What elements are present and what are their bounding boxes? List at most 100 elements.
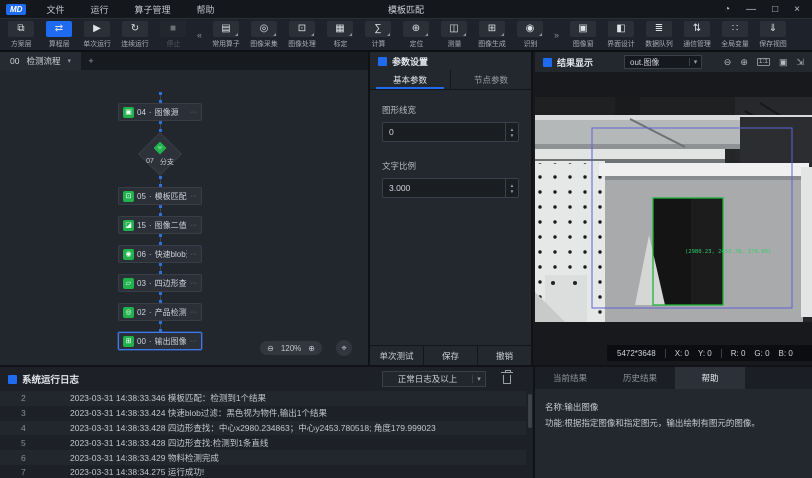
- flow-node[interactable]: ◎ 02·产品检测 ···: [118, 303, 202, 321]
- toolbar-run-button[interactable]: ⧉ 方案层: [2, 19, 40, 50]
- toolbar-operator-button[interactable]: ⊡ 图像处理: [283, 19, 321, 50]
- log-row-list: 2 2023-03-31 14:38:33.346 模板匹配：检测到1个结果 3…: [0, 391, 526, 478]
- toolbar-operator-button[interactable]: ∑ 计算: [359, 19, 397, 50]
- parameter-tab[interactable]: 节点参数: [450, 70, 531, 89]
- parameter-tab[interactable]: 基本参数: [370, 70, 450, 89]
- node-more-button[interactable]: ···: [190, 251, 197, 258]
- flow-node[interactable]: ▣ 04·图像源 ···: [118, 103, 202, 121]
- toolbar-run-button[interactable]: ■ 停止: [154, 19, 192, 50]
- zoom-in-icon[interactable]: ⊕: [308, 344, 315, 353]
- parameter-panel: 参数设置 基本参数节点参数 图形线宽 ▲ ▼ 文字比例: [370, 52, 533, 365]
- menu-item[interactable]: 文件: [46, 3, 64, 16]
- flow-node[interactable]: ⑂ 07分支: [132, 132, 188, 176]
- spinner-up-icon[interactable]: ▲: [510, 183, 514, 188]
- flow-node[interactable]: ▱ 03·四边形查找 ···: [118, 274, 202, 292]
- toolbar-view-button[interactable]: ◧ 界面设计: [602, 19, 640, 50]
- node-icon: ▱: [123, 278, 134, 289]
- menu-item[interactable]: 运行: [90, 3, 108, 16]
- node-more-button[interactable]: ···: [190, 338, 197, 345]
- zoom-out-icon[interactable]: ⊖: [724, 58, 732, 67]
- flow-canvas[interactable]: ▣ 04·图像源 ··· ⑂: [0, 70, 368, 365]
- flow-node[interactable]: ◉ 06·快速blob过滤 ···: [118, 245, 202, 263]
- node-more-button[interactable]: ···: [190, 109, 197, 116]
- toolbar-view-button[interactable]: ∷ 全局变量: [716, 19, 754, 50]
- collapse-left-button[interactable]: «: [192, 19, 207, 50]
- node-more-button[interactable]: ···: [190, 280, 197, 287]
- result-tab[interactable]: 历史结果: [605, 367, 675, 389]
- log-panel-header: 系统运行日志 正常日志及以上 ▾: [0, 367, 533, 391]
- clear-log-button[interactable]: [503, 375, 511, 384]
- toolbar-operator-button[interactable]: ◎ 图像采集: [245, 19, 283, 50]
- zoom-in-icon[interactable]: ⊕: [740, 58, 748, 67]
- node-more-button[interactable]: ···: [190, 309, 197, 316]
- toolbar-run-button[interactable]: ▶ 单次运行: [78, 19, 116, 50]
- close-button[interactable]: ×: [794, 4, 800, 15]
- help-function-line: 功能:根据指定图像和指定图元，输出绘制有图元的图像。: [545, 415, 802, 431]
- flow-node[interactable]: ⊞ 00·输出图像 ···: [118, 332, 202, 350]
- text-scale-stepper[interactable]: ▲ ▼: [505, 179, 518, 197]
- toolbar-operator-button[interactable]: ▤ 常用算子: [207, 19, 245, 50]
- spinner-down-icon[interactable]: ▼: [510, 189, 514, 194]
- image-source-select[interactable]: out.图像 ▾: [624, 55, 702, 69]
- spinner-down-icon[interactable]: ▼: [510, 133, 514, 138]
- single-test-button[interactable]: 单次测试: [370, 346, 423, 365]
- panel-icon: [8, 375, 17, 384]
- menu-item[interactable]: 帮助: [197, 3, 215, 16]
- panel-icon: [378, 57, 387, 66]
- toolbar-view-button[interactable]: ≣ 数据队列: [640, 19, 678, 50]
- line-width-label: 图形线宽: [382, 104, 519, 116]
- flow-tab[interactable]: 00 检测流程 ▾: [0, 52, 81, 70]
- toolbar-operator-button[interactable]: ⊞ 图像生成: [473, 19, 511, 50]
- fit-image-button[interactable]: ▣: [779, 58, 788, 67]
- toolbar-view-button[interactable]: ⇓ 保存视图: [754, 19, 792, 50]
- log-row[interactable]: 7 2023-03-31 14:38:34.275 运行成功!: [0, 465, 526, 478]
- node-more-button[interactable]: ···: [190, 193, 197, 200]
- result-tab[interactable]: 帮助: [675, 367, 745, 389]
- toolbar-run-button[interactable]: ⇄ 算程层: [40, 19, 78, 50]
- zoom-out-icon[interactable]: ⊖: [267, 344, 274, 353]
- text-scale-input[interactable]: [383, 183, 505, 193]
- log-row[interactable]: 4 2023-03-31 14:38:33.428 四边形查找：中心x2980.…: [0, 421, 526, 436]
- minimize-button[interactable]: —: [746, 4, 756, 15]
- result-panel: 结果显示 out.图像 ▾ ⊖ ⊕ 1:1 ▣ ⇲: [535, 52, 812, 365]
- flow-zoom-control: ⊖ 120% ⊕: [260, 341, 322, 355]
- log-row[interactable]: 6 2023-03-31 14:38:33.429 物料检测完成: [0, 450, 526, 465]
- toolbar-operator-button[interactable]: ▦ 标定: [321, 19, 359, 50]
- toolbar-operator-button[interactable]: ⊕ 定位: [397, 19, 435, 50]
- line-width-stepper[interactable]: ▲ ▼: [505, 123, 518, 141]
- log-row[interactable]: 2 2023-03-31 14:38:33.346 模板匹配：检测到1个结果: [0, 391, 526, 406]
- toolbar-view-button[interactable]: ▣ 图像窗: [564, 19, 602, 50]
- gauge-icon[interactable]: ◔: [724, 4, 730, 15]
- node-more-button[interactable]: ···: [190, 222, 197, 229]
- pixel-b: B: 0: [779, 349, 793, 358]
- toolbar-view-button[interactable]: ⇅ 通信管理: [678, 19, 716, 50]
- collapse-right-button[interactable]: »: [549, 19, 564, 50]
- line-width-input[interactable]: [383, 127, 505, 137]
- toolbar-run-icon: ⧉: [17, 24, 24, 34]
- add-flow-button[interactable]: +: [81, 56, 101, 66]
- flow-node[interactable]: ⊡ 05·模板匹配 ···: [118, 187, 202, 205]
- log-level-select[interactable]: 正常日志及以上 ▾: [382, 371, 486, 387]
- log-scrollbar[interactable]: [528, 394, 532, 428]
- toolbar-operator-button[interactable]: ◫ 测量: [435, 19, 473, 50]
- toolbar-run-button[interactable]: ↻ 连续运行: [116, 19, 154, 50]
- fullscreen-button[interactable]: ⇲: [796, 58, 804, 67]
- undo-button[interactable]: 撤销: [477, 346, 531, 365]
- window-controls: ◔ — □ ×: [724, 4, 800, 15]
- log-row[interactable]: 5 2023-03-31 14:38:33.428 四边形查找:检测到1条直线: [0, 435, 526, 450]
- toolbar-view-icon: ⇓: [769, 24, 777, 34]
- menu-item[interactable]: 算子管理: [134, 3, 170, 16]
- log-row[interactable]: 3 2023-03-31 14:38:33.424 快速blob过滤：黑色视为物…: [0, 406, 526, 421]
- save-button[interactable]: 保存: [423, 346, 477, 365]
- maximize-button[interactable]: □: [772, 4, 778, 15]
- node-icon: ⊡: [123, 191, 134, 202]
- result-tab-bar: 当前结果历史结果帮助: [535, 367, 812, 389]
- fit-view-button[interactable]: ⌖: [336, 340, 352, 356]
- result-tab[interactable]: 当前结果: [535, 367, 605, 389]
- spinner-up-icon[interactable]: ▲: [510, 127, 514, 132]
- one-to-one-button[interactable]: 1:1: [757, 58, 770, 67]
- toolbar-operator-button[interactable]: ◉ 识别: [511, 19, 549, 50]
- flow-node[interactable]: ◪ 15·图像二值化 ···: [118, 216, 202, 234]
- help-content: 名称:输出图像 功能:根据指定图像和指定图元，输出绘制有图元的图像。: [535, 389, 812, 431]
- image-viewport[interactable]: (2980.23, 2453.78, 179.99) 5472*3648 X: …: [535, 72, 812, 365]
